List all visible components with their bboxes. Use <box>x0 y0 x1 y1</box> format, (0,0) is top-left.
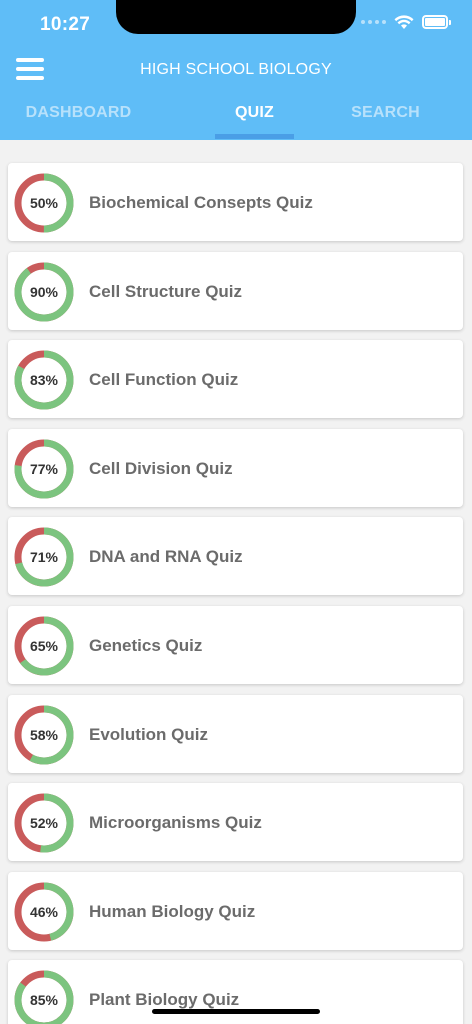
app-header: 10:27 HIGH SCHOOL BIOLOGY DASHBOARD QUIZ… <box>0 0 472 140</box>
score-ring: 52% <box>14 793 74 853</box>
score-percent: 58% <box>29 726 59 743</box>
quiz-card[interactable]: 77% Cell Division Quiz <box>8 428 463 507</box>
device-notch <box>116 0 356 34</box>
quiz-name: Plant Biology Quiz <box>89 990 240 1010</box>
score-percent: 77% <box>29 460 59 477</box>
status-time: 10:27 <box>40 14 91 35</box>
home-indicator[interactable] <box>152 1009 320 1014</box>
quiz-name: Human Biology Quiz <box>89 901 256 921</box>
active-tab-indicator <box>215 134 294 139</box>
battery-icon <box>422 15 451 29</box>
quiz-name: DNA and RNA Quiz <box>89 547 243 567</box>
quiz-card[interactable]: 52% Microorganisms Quiz <box>8 783 463 862</box>
score-percent: 71% <box>29 549 59 566</box>
score-ring: 65% <box>14 616 74 676</box>
quiz-card[interactable]: 85% Plant Biology Quiz <box>8 960 463 1024</box>
score-percent: 65% <box>29 637 59 654</box>
score-percent: 85% <box>29 992 59 1009</box>
score-ring: 77% <box>14 439 74 499</box>
quiz-card[interactable]: 58% Evolution Quiz <box>8 694 463 773</box>
score-ring: 58% <box>14 705 74 765</box>
cellular-signal-icon <box>361 20 386 24</box>
quiz-name: Genetics Quiz <box>89 635 203 655</box>
quiz-name: Cell Function Quiz <box>89 370 239 390</box>
quiz-card[interactable]: 46% Human Biology Quiz <box>8 871 463 950</box>
tab-bar: DASHBOARD QUIZ SEARCH <box>0 104 472 140</box>
tab-dashboard[interactable]: DASHBOARD <box>0 104 157 122</box>
quiz-card[interactable]: 50% Biochemical Consepts Quiz <box>8 163 463 241</box>
score-percent: 83% <box>29 372 59 389</box>
score-ring: 83% <box>14 350 74 410</box>
quiz-name: Cell Structure Quiz <box>89 281 243 301</box>
wifi-icon <box>394 15 414 29</box>
tab-search[interactable]: SEARCH <box>307 104 464 122</box>
quiz-card[interactable]: 65% Genetics Quiz <box>8 605 463 684</box>
quiz-name: Microorganisms Quiz <box>89 813 262 833</box>
quiz-name: Biochemical Consepts Quiz <box>89 193 313 212</box>
score-percent: 90% <box>29 283 59 300</box>
quiz-card[interactable]: 71% DNA and RNA Quiz <box>8 517 463 596</box>
quiz-card[interactable]: 90% Cell Structure Quiz <box>8 251 463 330</box>
page-title: HIGH SCHOOL BIOLOGY <box>140 61 332 78</box>
quiz-list: 50% Biochemical Consepts Quiz 90% Cell Stru… <box>8 163 463 1024</box>
score-ring: 50% <box>14 173 74 233</box>
score-percent: 50% <box>29 195 59 211</box>
score-ring: 90% <box>14 262 74 322</box>
quiz-card[interactable]: 83% Cell Function Quiz <box>8 340 463 419</box>
status-indicators <box>361 14 451 30</box>
quiz-name: Evolution Quiz <box>89 724 208 744</box>
score-percent: 52% <box>29 815 59 832</box>
score-ring: 46% <box>14 882 74 942</box>
score-ring: 71% <box>14 527 74 587</box>
score-percent: 46% <box>29 903 59 920</box>
quiz-name: Cell Division Quiz <box>89 458 233 478</box>
score-ring: 85% <box>14 970 74 1024</box>
